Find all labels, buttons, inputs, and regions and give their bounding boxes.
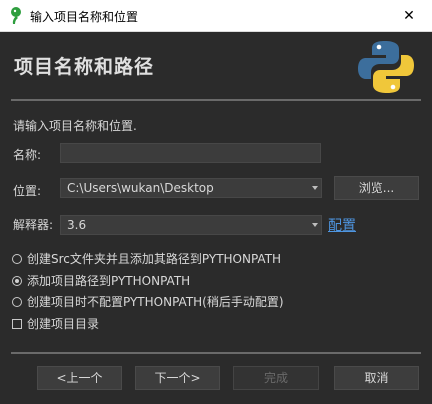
location-combobox[interactable]: C:\Users\wukan\Desktop [60, 178, 322, 198]
radio-button-selected[interactable] [12, 275, 22, 286]
dropdown-arrow-icon[interactable] [312, 186, 318, 190]
next-button[interactable]: 下一个> [135, 366, 220, 390]
option-label: 创建项目目录 [27, 317, 100, 331]
location-value: C:\Users\wukan\Desktop [67, 181, 214, 195]
location-label: 位置: [13, 184, 42, 198]
option-label: 创建项目时不配置PYTHONPATH(稍后手动配置) [27, 295, 284, 309]
footer-divider [11, 352, 421, 354]
close-button[interactable]: ✕ [386, 0, 432, 31]
close-icon: ✕ [403, 7, 415, 24]
option-create-project-dir[interactable]: 创建项目目录 [12, 315, 99, 332]
checkbox[interactable] [12, 318, 22, 329]
title-bar: 输入项目名称和位置 ✕ [0, 0, 432, 32]
cancel-button[interactable]: 取消 [334, 366, 419, 390]
header-divider [11, 99, 421, 101]
window-title: 输入项目名称和位置 [30, 10, 139, 24]
name-label: 名称: [13, 148, 42, 162]
radio-button[interactable] [12, 253, 22, 264]
option-create-src-folder[interactable]: 创建Src文件夹并且添加其路径到PYTHONPATH [12, 250, 281, 267]
interpreter-combobox[interactable]: 3.6 [60, 215, 322, 235]
dropdown-arrow-icon[interactable] [312, 223, 318, 227]
option-label: 添加项目路径到PYTHONPATH [27, 274, 191, 288]
instruction-text: 请输入项目名称和位置. [13, 119, 137, 133]
option-no-pythonpath[interactable]: 创建项目时不配置PYTHONPATH(稍后手动配置) [12, 293, 284, 310]
radio-button[interactable] [12, 296, 22, 307]
option-add-project-path[interactable]: 添加项目路径到PYTHONPATH [12, 272, 190, 289]
browse-button[interactable]: 浏览... [334, 176, 419, 200]
python-leaf-icon [11, 7, 21, 24]
configure-link[interactable]: 配置 [328, 215, 356, 235]
previous-button[interactable]: <上一个 [37, 366, 122, 390]
interpreter-value: 3.6 [67, 218, 87, 232]
name-field[interactable] [60, 143, 321, 163]
finish-button[interactable]: 完成 [233, 366, 319, 390]
option-label: 创建Src文件夹并且添加其路径到PYTHONPATH [27, 252, 282, 266]
python-logo [358, 41, 414, 93]
interpreter-label: 解释器: [13, 218, 54, 232]
page-title: 项目名称和路径 [14, 56, 155, 78]
